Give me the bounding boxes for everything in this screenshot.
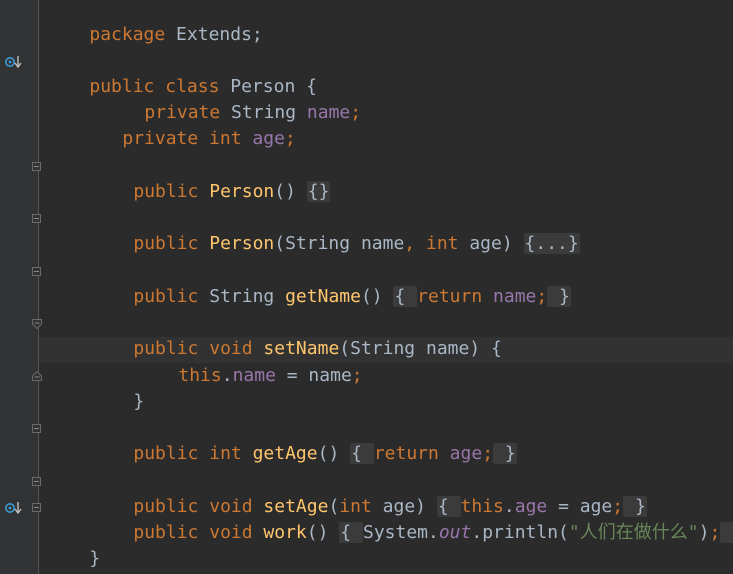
code-text: () xyxy=(306,522,340,543)
code-line: public class Person { xyxy=(46,48,317,97)
code-text: .println( xyxy=(471,522,569,543)
folded-brace-open[interactable]: { xyxy=(393,286,418,307)
method-name: getName xyxy=(285,286,361,307)
fold-toggle-icon[interactable] xyxy=(32,477,41,486)
keyword: public xyxy=(133,181,199,202)
folded-brace-close[interactable]: } xyxy=(720,522,733,543)
keyword: int xyxy=(415,233,459,254)
fold-toggle-icon[interactable] xyxy=(32,503,41,512)
code-text: () xyxy=(274,181,307,202)
folded-brace-open[interactable]: { xyxy=(339,522,363,543)
code-text: } xyxy=(89,548,101,569)
folded-brace-open[interactable]: { xyxy=(350,443,374,464)
keyword: public xyxy=(133,286,199,307)
code-text: . xyxy=(221,365,233,386)
field-name: name xyxy=(306,102,351,123)
keyword: private xyxy=(122,128,199,149)
field-name: name xyxy=(482,286,537,307)
code-text: age) xyxy=(458,233,524,254)
gutter xyxy=(0,0,38,574)
method-name: getAge xyxy=(252,443,318,464)
semicolon: ; xyxy=(709,522,721,543)
folded-brace-close[interactable]: } xyxy=(547,286,571,307)
keyword: this xyxy=(178,365,222,386)
string-literal: "人们在做什么" xyxy=(568,522,699,543)
semicolon: ; xyxy=(350,102,362,123)
gutter-divider xyxy=(38,0,39,574)
code-line: public int getAge() { return age; } xyxy=(90,415,517,464)
code-text: String xyxy=(198,286,286,307)
code-line: public String getName() { return name; } xyxy=(90,258,571,307)
fold-toggle-icon[interactable] xyxy=(32,267,41,276)
keyword: int xyxy=(198,128,253,149)
semicolon: ; xyxy=(351,365,363,386)
fold-toggle-icon[interactable] xyxy=(32,424,41,433)
folded-block[interactable]: {...} xyxy=(523,233,580,254)
fold-toggle-icon[interactable] xyxy=(32,162,41,171)
keyword: public xyxy=(133,443,199,464)
keyword: return xyxy=(417,286,483,307)
method-name: Person xyxy=(198,181,275,202)
folded-block[interactable]: {} xyxy=(306,181,331,202)
code-editor[interactable]: package Extends; public class Person { p… xyxy=(0,0,733,574)
static-field: out xyxy=(438,522,472,543)
method-name: Person xyxy=(198,233,275,254)
code-text: = name xyxy=(275,365,352,386)
code-line: private String name; xyxy=(101,74,361,123)
code-text: () xyxy=(360,286,394,307)
code-line: } xyxy=(90,363,144,412)
fold-end-icon[interactable] xyxy=(32,371,42,381)
field-name: age xyxy=(438,443,483,464)
keyword: public xyxy=(133,233,199,254)
code-text: (String name xyxy=(274,233,405,254)
semicolon: ; xyxy=(482,443,494,464)
code-line: public void work() { System.out.println(… xyxy=(90,494,733,543)
fold-start-icon[interactable] xyxy=(32,319,42,329)
field-name: age xyxy=(252,128,285,149)
code-line: public Person(String name, int age) {...… xyxy=(90,205,580,254)
code-text: (String name) { xyxy=(339,338,502,359)
keyword: package xyxy=(89,24,166,45)
method-name: work xyxy=(263,522,307,543)
override-icon[interactable] xyxy=(4,501,22,515)
keyword: int xyxy=(198,443,253,464)
code-line: public void setName(String name) { xyxy=(90,310,501,359)
code-text: System. xyxy=(362,522,439,543)
code-line: } xyxy=(46,520,100,569)
field-name: name xyxy=(232,365,276,386)
code-text: () xyxy=(317,443,351,464)
code-text: } xyxy=(133,391,145,412)
override-icon[interactable] xyxy=(4,55,22,69)
code-line: private int age; xyxy=(79,100,295,149)
keyword: public xyxy=(133,522,199,543)
code-line: public void setAge(int age) { this.age =… xyxy=(90,468,647,517)
semicolon: ; xyxy=(284,128,296,149)
comma: , xyxy=(404,233,416,254)
semicolon: ; xyxy=(536,286,548,307)
code-line: package Extends; xyxy=(46,0,262,45)
keyword: return xyxy=(373,443,439,464)
code-text: Extends; xyxy=(165,24,263,45)
folded-brace-close[interactable]: } xyxy=(493,443,517,464)
fold-toggle-icon[interactable] xyxy=(32,214,41,223)
code-text: ) xyxy=(698,522,710,543)
keyword: void xyxy=(198,522,264,543)
code-line: public Person() {} xyxy=(90,153,331,202)
code-line-current: this.name = name; xyxy=(135,337,362,386)
